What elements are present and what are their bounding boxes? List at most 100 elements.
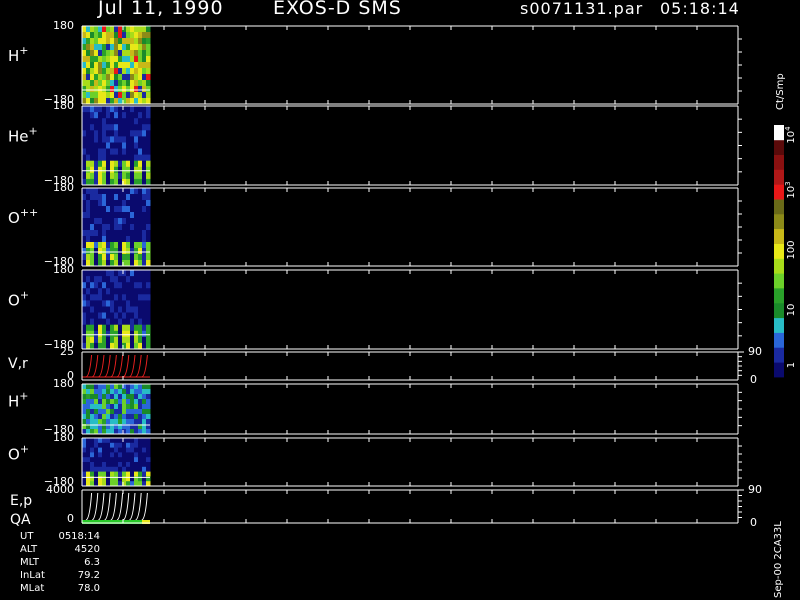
heatmap-cell bbox=[122, 160, 127, 168]
heatmap-cell bbox=[82, 438, 87, 444]
y-tick-label-top: 180 bbox=[53, 263, 74, 276]
heatmap-cell bbox=[142, 86, 147, 93]
heatmap-cell bbox=[86, 236, 91, 243]
heatmap-cell bbox=[110, 457, 115, 463]
heatmap-cell bbox=[142, 270, 147, 277]
heatmap-cell bbox=[142, 124, 147, 131]
heatmap-cell bbox=[126, 206, 131, 213]
heatmap-cell bbox=[122, 136, 127, 143]
heatmap-cell bbox=[126, 194, 131, 201]
heatmap-cell bbox=[98, 92, 103, 99]
heatmap-cell bbox=[126, 466, 131, 473]
colorbar-swatch bbox=[774, 199, 784, 215]
heatmap-cell bbox=[126, 389, 131, 395]
heatmap-cell bbox=[138, 172, 143, 180]
heatmap-cell bbox=[122, 112, 127, 119]
heatmap-cell bbox=[142, 462, 147, 468]
heatmap-cell bbox=[98, 300, 103, 307]
heatmap-cell bbox=[146, 466, 151, 473]
heatmap-cell bbox=[106, 68, 111, 75]
heatmap-cell bbox=[90, 172, 95, 180]
heatmap-cell bbox=[118, 38, 123, 45]
heatmap-cell bbox=[94, 466, 99, 473]
heatmap-cell bbox=[142, 294, 147, 301]
heatmap-cell bbox=[118, 166, 123, 174]
heatmap-cell bbox=[138, 86, 143, 93]
colorbar-swatch bbox=[774, 332, 784, 348]
heatmap-cell bbox=[98, 270, 103, 277]
heatmap-cell bbox=[146, 112, 151, 119]
heatmap-cell bbox=[90, 414, 95, 420]
heatmap-cell bbox=[98, 130, 103, 137]
heatmap-cell bbox=[146, 136, 151, 143]
heatmap-cell bbox=[110, 86, 115, 93]
heatmap-cell bbox=[94, 124, 99, 131]
heatmap-cell bbox=[146, 414, 151, 420]
heatmap-cell bbox=[114, 218, 119, 225]
heatmap-cell bbox=[90, 56, 95, 63]
heatmap-cell bbox=[110, 68, 115, 75]
heatmap-cell bbox=[114, 336, 119, 344]
heatmap-cell bbox=[142, 399, 147, 405]
heatmap-cell bbox=[118, 112, 123, 119]
heatmap-cell bbox=[86, 336, 91, 344]
heatmap-cell bbox=[114, 442, 119, 449]
heatmap-cell bbox=[146, 276, 151, 283]
heatmap-cell bbox=[122, 92, 127, 99]
heatmap-cell bbox=[126, 254, 131, 261]
heatmap-cell bbox=[146, 248, 151, 255]
heatmap-cell bbox=[114, 447, 119, 453]
heatmap-cell bbox=[122, 409, 127, 415]
heatmap-cell bbox=[146, 200, 151, 207]
heatmap-cell bbox=[134, 112, 139, 119]
heatmap-cell bbox=[106, 282, 111, 289]
heatmap-cell bbox=[122, 452, 127, 458]
heatmap-cell bbox=[138, 206, 143, 213]
heatmap-cell bbox=[118, 336, 123, 344]
heatmap-cell bbox=[138, 200, 143, 207]
heatmap-cell bbox=[146, 447, 151, 453]
heatmap-cell bbox=[82, 148, 87, 156]
heatmap-cell bbox=[134, 194, 139, 201]
heatmap-cell bbox=[146, 224, 151, 231]
heatmap-cell bbox=[114, 118, 119, 125]
y-tick-label-top: 180 bbox=[53, 377, 74, 390]
colorbar-swatch bbox=[774, 302, 784, 319]
heatmap-cell bbox=[86, 154, 91, 162]
heatmap-cell bbox=[118, 447, 123, 453]
heatmap-cell bbox=[138, 384, 143, 390]
heatmap-cell bbox=[98, 414, 103, 420]
heatmap-cell bbox=[138, 80, 143, 87]
heatmap-cell bbox=[138, 212, 143, 219]
heatmap-cell bbox=[142, 130, 147, 137]
heatmap-cell bbox=[106, 80, 111, 87]
heatmap-cell bbox=[130, 212, 135, 219]
heatmap-cell bbox=[146, 457, 151, 463]
heatmap-cell bbox=[122, 471, 127, 477]
heatmap-cell bbox=[98, 212, 103, 219]
heatmap-cell bbox=[94, 254, 99, 261]
heatmap-cell bbox=[134, 306, 139, 314]
heatmap-cell bbox=[102, 414, 107, 420]
heatmap-cell bbox=[146, 438, 151, 444]
heatmap-cell bbox=[86, 74, 91, 81]
heatmap-cell bbox=[90, 200, 95, 207]
heatmap-cell bbox=[118, 312, 123, 320]
heatmap-cell bbox=[146, 80, 151, 87]
heatmap-cell bbox=[126, 438, 131, 444]
heatmap-cell bbox=[138, 394, 143, 400]
heatmap-cell bbox=[146, 330, 151, 338]
heatmap-cell bbox=[142, 394, 147, 400]
heatmap-cell bbox=[106, 466, 111, 473]
heatmap-cell bbox=[114, 242, 119, 249]
heatmap-cell bbox=[134, 384, 139, 390]
heatmap-cell bbox=[134, 312, 139, 320]
heatmap-cell bbox=[118, 86, 123, 93]
heatmap-cell bbox=[82, 336, 87, 344]
heatmap-cell bbox=[118, 154, 123, 162]
species-label: H+ bbox=[8, 44, 29, 65]
heatmap-cell bbox=[110, 154, 115, 162]
heatmap-cell bbox=[138, 254, 143, 261]
heatmap-cell bbox=[118, 50, 123, 57]
heatmap-cell bbox=[118, 242, 123, 249]
